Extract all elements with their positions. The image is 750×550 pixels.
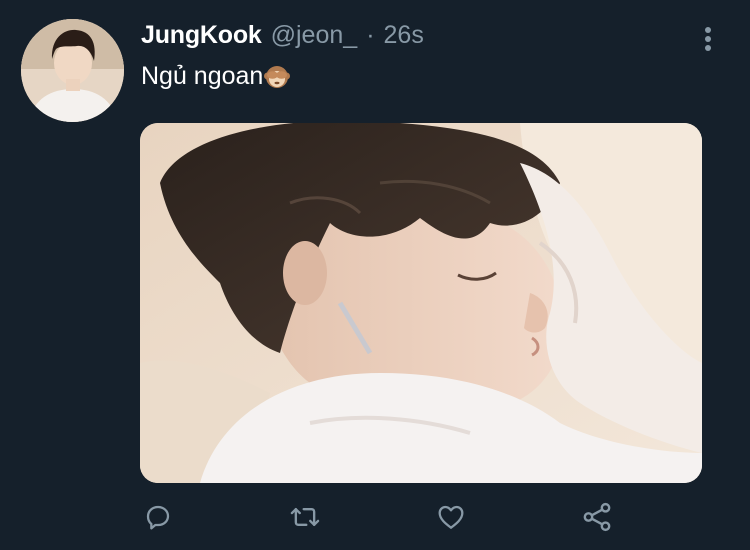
retweet-icon xyxy=(290,507,320,527)
share-icon xyxy=(583,502,611,532)
share-button[interactable] xyxy=(579,499,615,535)
see-no-evil-monkey-icon xyxy=(264,64,291,90)
avatar-image xyxy=(21,19,124,122)
more-vertical-icon xyxy=(705,27,711,51)
tweet-card: JungKook @jeon_ · 26s Ngủ ngoan xyxy=(0,0,750,550)
avatar[interactable] xyxy=(21,19,124,122)
reply-button[interactable] xyxy=(140,499,176,535)
like-icon xyxy=(438,505,464,529)
tweet-header: JungKook @jeon_ · 26s xyxy=(141,21,424,55)
tweet-text: Ngủ ngoan xyxy=(141,62,291,91)
like-button[interactable] xyxy=(433,499,469,535)
photo-sleeping-person xyxy=(140,123,702,483)
tweet-actions xyxy=(0,499,750,535)
display-name[interactable]: JungKook xyxy=(141,21,262,50)
tweet-text-content: Ngủ ngoan xyxy=(141,62,264,90)
user-handle[interactable]: @jeon_ xyxy=(271,21,358,50)
reply-icon xyxy=(146,505,170,530)
tweet-media-image[interactable] xyxy=(140,123,702,483)
separator-dot: · xyxy=(366,21,375,49)
retweet-button[interactable] xyxy=(287,499,323,535)
more-options-button[interactable] xyxy=(698,26,718,52)
timestamp[interactable]: 26s xyxy=(384,21,424,50)
